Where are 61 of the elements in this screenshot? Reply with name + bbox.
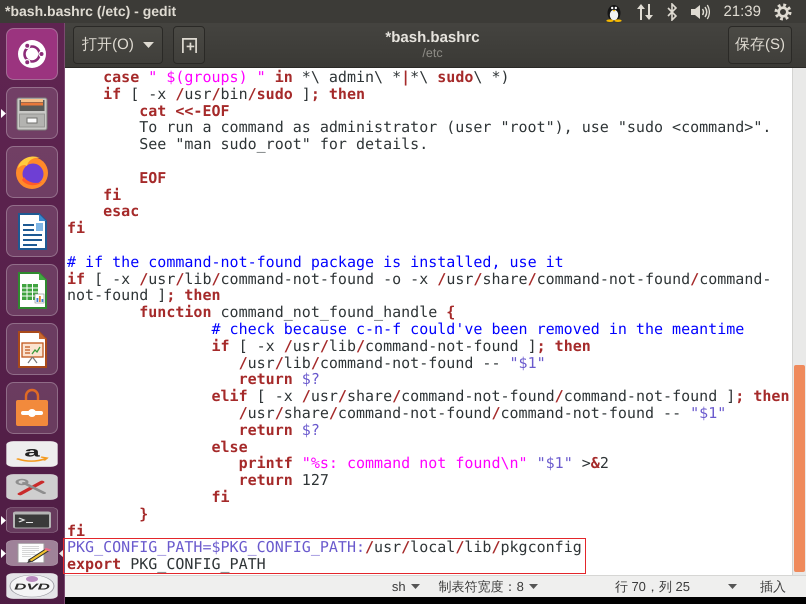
scrollbar-thumb[interactable] [794,365,805,572]
caret-icon [410,584,420,589]
code-line: case " $(groups) " in *\ admin\ *|*\ sudo\ *) [103,68,510,86]
code-line: EOF [139,168,166,187]
code-line: /usr/lib/command-not-found -- "$1" [238,354,546,372]
code-line: cat <<-EOF [139,102,230,120]
cursor-position-button[interactable]: 行 70，列 25 [614,578,737,594]
code-line: else [211,438,248,456]
code-line: elif [ -x /usr/share/command-not-found/command-not-found ]; then [211,387,790,406]
code-line: fi [67,522,86,540]
code-line: PKG_CONFIG_PATH=$PKG_CONFIG_PATH:/usr/local/lib/pkgconfig [67,538,582,556]
network-arrows-icon[interactable] [636,2,654,20]
open-button[interactable]: 打开(O) [73,26,163,64]
notepad-pencil-icon[interactable] [6,540,58,566]
settings-icon[interactable] [774,2,792,20]
insert-mode-label: 插入 [760,578,786,594]
window-title: *bash.bashrc (/etc) - gedit [5,3,176,20]
code-line: return $? [238,370,320,388]
document-path: /etc [422,46,443,61]
language-button[interactable]: sh [392,578,420,594]
file-cabinet-icon[interactable] [6,87,58,139]
code-line: if [ -x /usr/lib/command-not-found ]; then [211,336,591,355]
clock[interactable]: 21:39 [723,2,761,20]
volume-icon[interactable] [690,4,710,20]
document-title: *bash.bashrc [385,29,480,46]
code-line: not-found ]; then [67,286,221,304]
new-tab-button[interactable] [173,26,205,64]
code-line: export PKG_CONFIG_PATH [67,555,266,574]
shopping-bag-icon[interactable] [6,382,58,434]
code-line: # if the command-not-found package is installed, use it [67,252,564,271]
save-button[interactable]: 保存(S) [728,26,792,64]
tab-width-button[interactable]: 制表符宽度：8 [438,578,538,594]
code-line: /usr/share/command-not-found/command-not-found -- "$1" [238,404,726,422]
code-line: To run a command as administrator (user "root"), use "sudo <command>". [139,118,772,136]
code-line: fi [67,219,86,238]
code-line: # check because c-n-f could've been removed in the meantime [211,320,744,338]
terminal-icon[interactable] [6,507,58,533]
code-line: printf "%s: command not found\n" "$1" >&2 [238,454,609,472]
spreadsheet-icon[interactable] [6,264,58,316]
code-line: fi [103,186,122,204]
bluetooth-icon[interactable] [667,2,678,20]
code-line: if [ -x /usr/bin/sudo ]; then [103,84,366,103]
code-line: } [139,504,148,523]
caret-icon [142,42,154,48]
code-line: return 127 [238,471,329,490]
swirl-globe-icon[interactable] [6,146,58,198]
launcher-logo-icon[interactable] [6,28,58,80]
scrollbar[interactable] [792,68,806,575]
code-line: See "man sudo_root" for details. [139,135,428,154]
code-line: fi [211,488,230,506]
code-line: if [ -x /usr/lib/command-not-found -o -x /usr/share/command-not-found/command- [67,270,772,288]
caret-icon [528,584,538,589]
text-document-icon[interactable] [6,205,58,257]
presentation-icon[interactable] [6,323,58,375]
caret-icon [728,584,737,589]
code-line: function command_not_found_handle { [139,303,456,322]
code-line: return $? [238,420,320,439]
code-line: esac [103,202,140,220]
tools-icon[interactable] [6,474,58,500]
letter-a-smile-icon[interactable]: a [6,441,58,467]
tab-plus-icon [180,36,198,54]
